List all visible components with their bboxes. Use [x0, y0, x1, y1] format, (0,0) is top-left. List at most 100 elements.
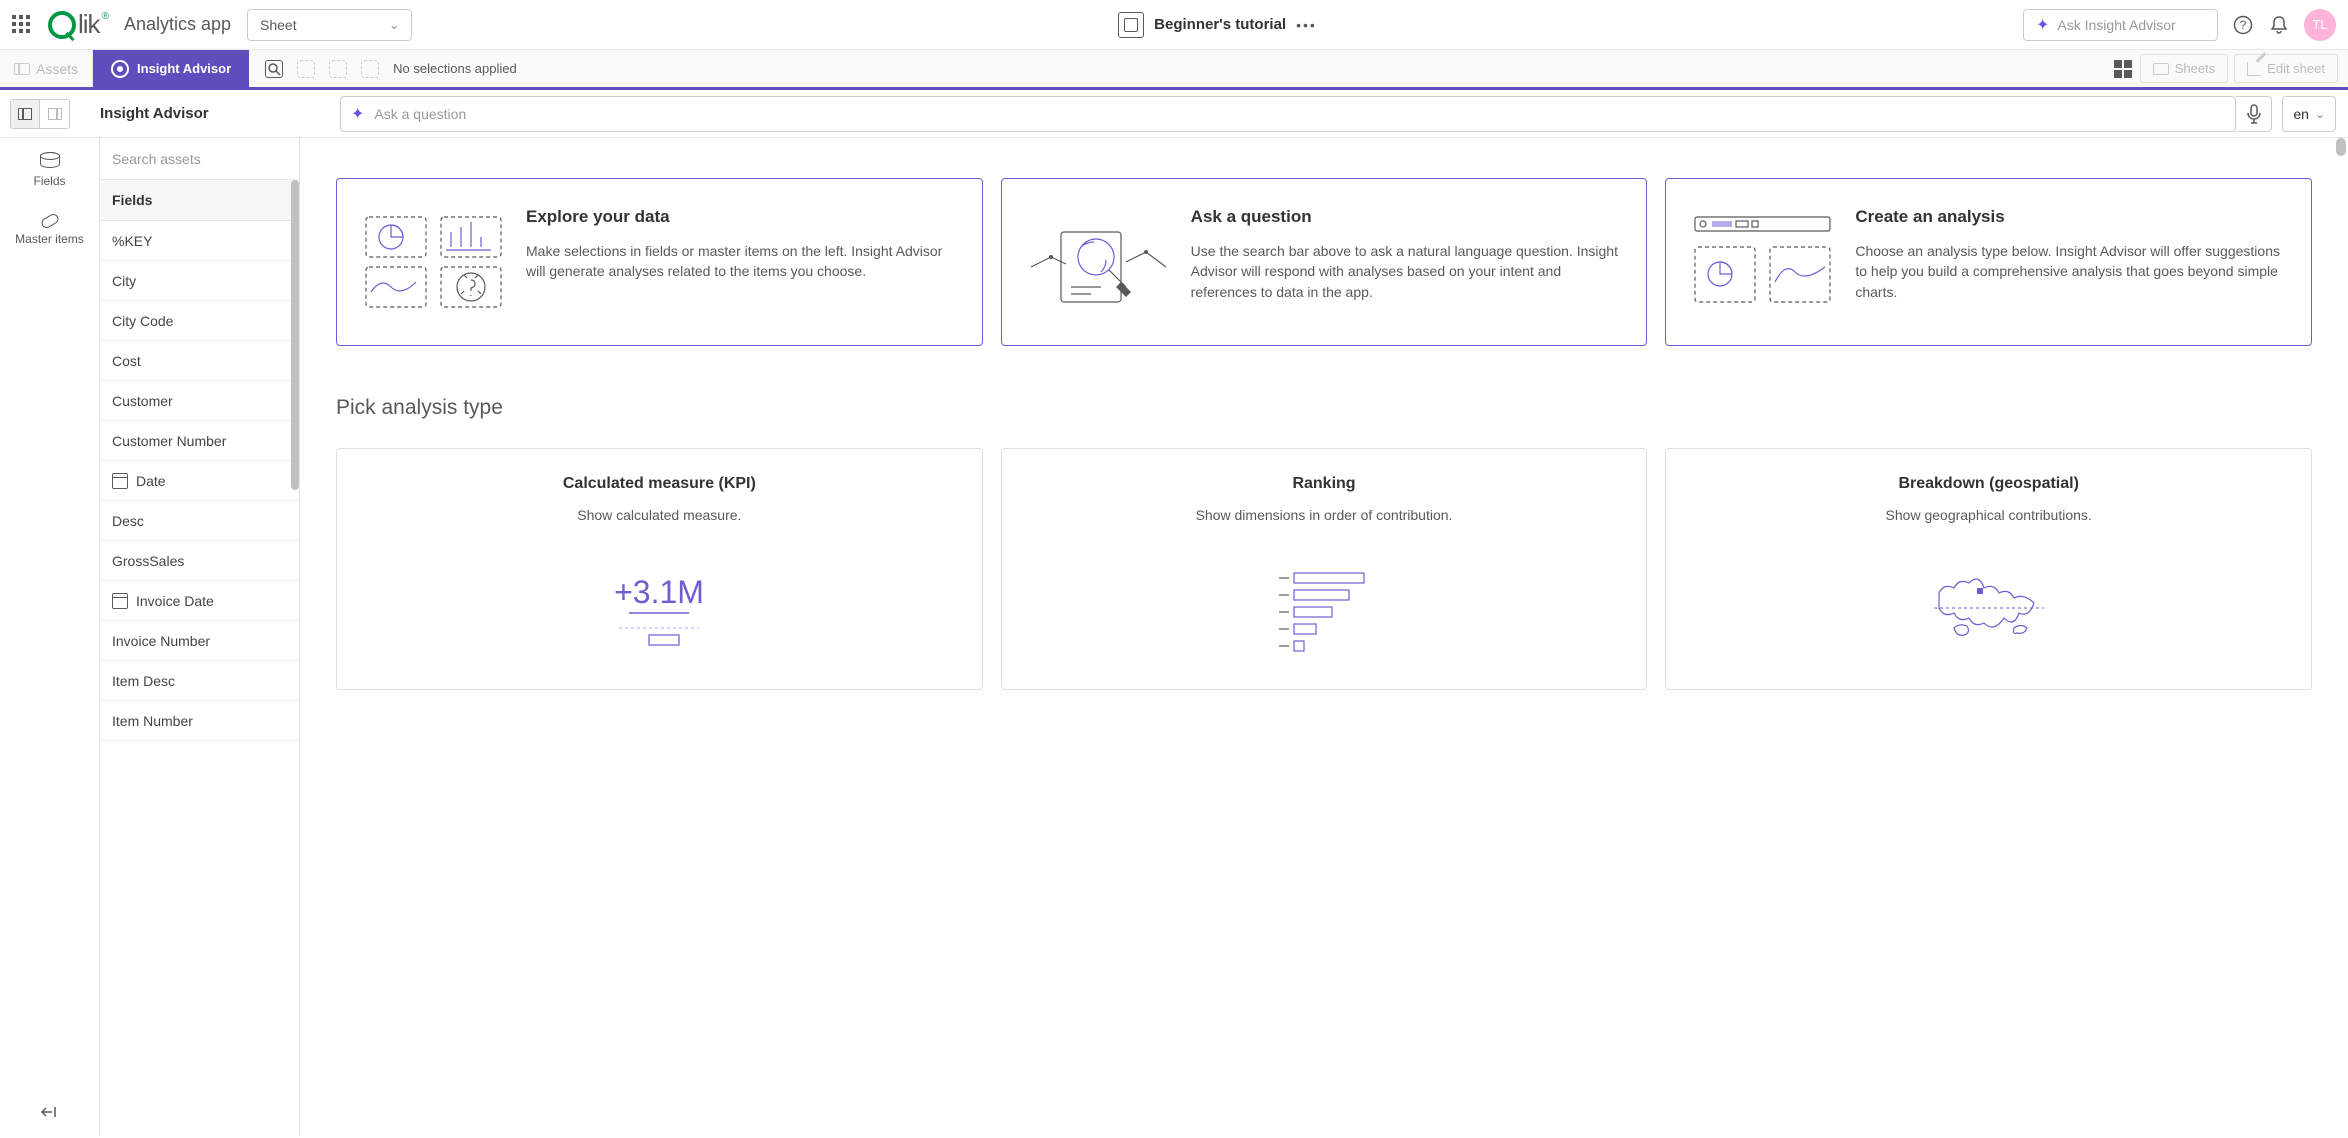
analysis-card[interactable]: Calculated measure (KPI) Show calculated … [336, 448, 983, 690]
assets-button[interactable]: Assets [0, 50, 93, 87]
panel-right-icon [48, 108, 62, 120]
analysis-card[interactable]: Breakdown (geospatial) Show geographical … [1665, 448, 2312, 690]
field-label: Cost [112, 353, 141, 369]
intro-card-title: Ask a question [1191, 207, 1623, 227]
bookmarks-icon[interactable] [2112, 58, 2134, 80]
main: Fields Master items Fields %KEY City City … [0, 138, 2348, 1135]
more-menu-icon[interactable]: ••• [1296, 17, 1317, 33]
analysis-card-title: Breakdown (geospatial) [1686, 475, 2291, 493]
analysis-card[interactable]: RankingShow dimensions in order of contr… [1001, 448, 1648, 690]
help-icon[interactable]: ? [2232, 14, 2254, 36]
pick-analysis-title: Pick analysis type [336, 396, 2312, 420]
field-label: Item Desc [112, 673, 175, 689]
toolbar: Assets Insight Advisor No selections app… [0, 50, 2348, 90]
qlik-logo: lik® [48, 9, 108, 40]
analysis-illustration: +3.1M [357, 553, 962, 663]
panel-left-icon [18, 108, 32, 120]
intro-card-title: Explore your data [526, 207, 958, 227]
intro-cards: Explore your dataMake selections in fiel… [336, 178, 2312, 346]
eye-icon [111, 60, 129, 78]
left-panel-toggle[interactable] [10, 99, 40, 129]
no-selections-text: No selections applied [393, 61, 517, 76]
insight-advisor-tab[interactable]: Insight Advisor [93, 50, 249, 87]
field-label: City Code [112, 313, 173, 329]
field-label: Invoice Date [136, 593, 214, 609]
analysis-illustration [1022, 553, 1627, 663]
field-label: Desc [112, 513, 144, 529]
subheader: Insight Advisor ✦ en ⌄ [0, 90, 2348, 138]
chevron-down-icon: ⌄ [2315, 107, 2325, 121]
insight-advisor-label: Insight Advisor [137, 61, 231, 76]
notification-bell-icon[interactable] [2268, 14, 2290, 36]
fields-scrollbar[interactable] [291, 180, 299, 490]
user-avatar[interactable]: TL [2304, 9, 2336, 41]
intro-card[interactable]: Create an analysisChoose an analysis typ… [1665, 178, 2312, 346]
field-item[interactable]: City [100, 261, 299, 301]
smart-search-icon[interactable] [265, 60, 283, 78]
fields-panel: Fields %KEY City City Code Cost Customer Cust… [100, 138, 300, 1135]
analysis-card-subtitle: Show geographical contributions. [1686, 507, 2291, 523]
microphone-button[interactable] [2236, 96, 2272, 132]
language-dropdown[interactable]: en ⌄ [2282, 96, 2336, 132]
field-item[interactable]: Customer Number [100, 421, 299, 461]
edit-sheet-button[interactable]: Edit sheet [2234, 54, 2338, 83]
field-item[interactable]: Cost [100, 341, 299, 381]
sheets-icon [2153, 63, 2169, 75]
rail-fields[interactable]: Fields [0, 138, 99, 202]
language-label: en [2293, 106, 2309, 122]
content-scrollbar[interactable] [2336, 138, 2346, 156]
search-assets-input[interactable] [112, 138, 287, 179]
step-forward-icon [329, 60, 347, 78]
ask-insight-advisor-button[interactable]: ✦ Ask Insight Advisor [2023, 9, 2218, 41]
analysis-card-subtitle: Show calculated measure. [357, 507, 962, 523]
intro-card[interactable]: Explore your dataMake selections in fiel… [336, 178, 983, 346]
chevron-down-icon: ⌄ [389, 18, 399, 32]
field-item[interactable]: GrossSales [100, 541, 299, 581]
analysis-card-title: Calculated measure (KPI) [357, 475, 962, 493]
link-icon [39, 212, 60, 230]
field-label: GrossSales [112, 553, 184, 569]
sheet-dropdown[interactable]: Sheet ⌄ [247, 9, 412, 41]
field-label: City [112, 273, 136, 289]
fields-header: Fields [100, 180, 299, 221]
left-rail: Fields Master items [0, 138, 100, 1135]
step-back-icon [297, 60, 315, 78]
field-item[interactable]: Invoice Number [100, 621, 299, 661]
intro-card-body: Use the search bar above to ask a natura… [1191, 241, 1623, 302]
right-panel-toggle[interactable] [40, 99, 70, 129]
field-item[interactable]: Item Desc [100, 661, 299, 701]
sparkle-icon: ✦ [351, 104, 364, 124]
svg-text:?: ? [2240, 18, 2247, 32]
field-item[interactable]: %KEY [100, 221, 299, 261]
question-input[interactable] [374, 106, 2225, 122]
intro-card-body: Choose an analysis type below. Insight A… [1855, 241, 2287, 302]
field-label: Item Number [112, 713, 193, 729]
pencil-icon [2247, 62, 2261, 76]
app-name: Analytics app [124, 14, 231, 35]
rail-master-items[interactable]: Master items [0, 202, 99, 260]
sheets-button[interactable]: Sheets [2140, 54, 2228, 83]
intro-illustration [1026, 207, 1171, 317]
analysis-illustration [1686, 553, 2291, 663]
app-launcher-icon[interactable] [12, 15, 32, 35]
calendar-icon [112, 473, 128, 489]
rail-master-label: Master items [15, 232, 84, 246]
field-item[interactable]: Invoice Date [100, 581, 299, 621]
field-label: Invoice Number [112, 633, 210, 649]
field-item[interactable]: City Code [100, 301, 299, 341]
question-search-box[interactable]: ✦ [340, 96, 2236, 132]
tutorial-title: Beginner's tutorial [1154, 16, 1286, 33]
field-item[interactable]: Customer [100, 381, 299, 421]
collapse-rail-button[interactable] [0, 1091, 99, 1135]
intro-card[interactable]: Ask a question Use the search bar above t… [1001, 178, 1648, 346]
analysis-card-title: Ranking [1022, 475, 1627, 493]
field-label: Customer Number [112, 433, 226, 449]
intro-illustration [1690, 207, 1835, 317]
field-item[interactable]: Date [100, 461, 299, 501]
content-area: Explore your dataMake selections in fiel… [300, 138, 2348, 1135]
field-item[interactable]: Desc [100, 501, 299, 541]
edit-sheet-label: Edit sheet [2267, 61, 2325, 76]
field-item[interactable]: Item Number [100, 701, 299, 741]
analysis-cards: Calculated measure (KPI) Show calculated … [336, 448, 2312, 690]
top-bar: lik® Analytics app Sheet ⌄ Beginner's tu… [0, 0, 2348, 50]
